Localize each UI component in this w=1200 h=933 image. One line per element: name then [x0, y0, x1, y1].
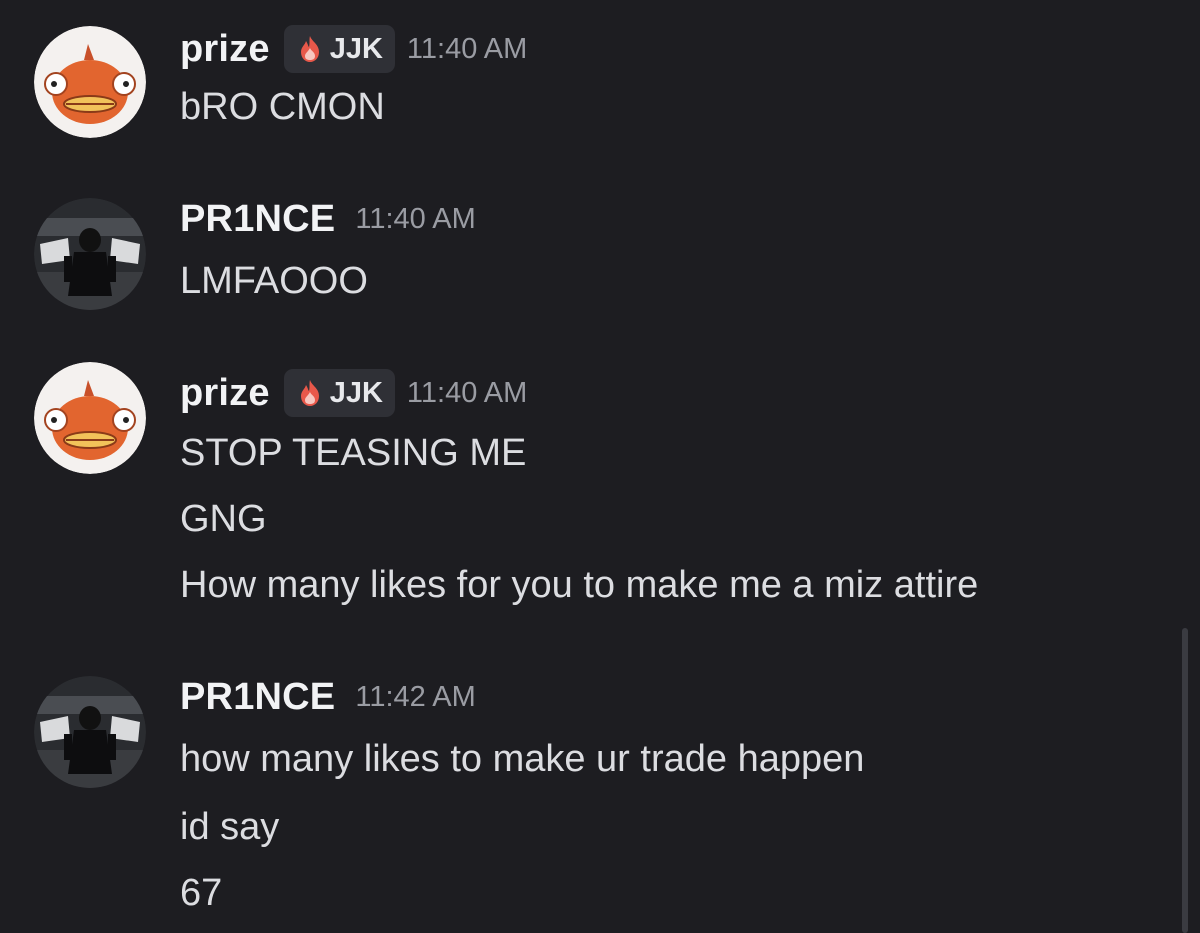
message-header: PR1NCE 11:42 AM: [180, 672, 476, 722]
fish-mascot-icon: [34, 362, 146, 474]
flame-icon: [294, 377, 326, 409]
timestamp: 11:40 AM: [406, 32, 528, 65]
message-header: PR1NCE 11:40 AM: [180, 194, 476, 244]
message-text: How many likes for you to make me a miz …: [180, 564, 979, 606]
scrollbar[interactable]: [1182, 628, 1188, 933]
server-tag[interactable]: JJK: [283, 25, 395, 73]
flame-icon: [294, 33, 326, 65]
chat-messages: prize JJK 11:40 AM bRO CMON PR1NCE 11:40…: [0, 0, 1200, 933]
dark-figure-avatar-icon: [34, 676, 146, 788]
message-text: LMFAOOO: [180, 260, 368, 302]
timestamp: 11:42 AM: [355, 680, 476, 713]
message-header: prize JJK 11:40 AM: [180, 368, 527, 418]
dark-figure-avatar-icon: [34, 198, 146, 310]
message-text: 67: [180, 872, 223, 914]
avatar-prize[interactable]: [34, 26, 146, 138]
timestamp: 11:40 AM: [406, 376, 528, 409]
avatar-prince[interactable]: [34, 198, 146, 310]
avatar-prince[interactable]: [34, 676, 146, 788]
username[interactable]: prize: [180, 28, 270, 71]
username[interactable]: PR1NCE: [180, 198, 335, 241]
message-text: how many likes to make ur trade happen: [180, 738, 865, 780]
timestamp: 11:40 AM: [355, 202, 476, 235]
message-text: STOP TEASING ME: [180, 432, 527, 474]
server-tag[interactable]: JJK: [283, 369, 395, 417]
message-header: prize JJK 11:40 AM: [180, 24, 527, 74]
username[interactable]: PR1NCE: [180, 676, 335, 719]
tag-label: JJK: [329, 376, 383, 409]
message-text: id say: [180, 806, 280, 848]
fish-mascot-icon: [34, 26, 146, 138]
message-text: bRO CMON: [180, 86, 385, 128]
avatar-prize[interactable]: [34, 362, 146, 474]
username[interactable]: prize: [180, 372, 270, 415]
message-text: GNG: [180, 498, 267, 540]
tag-label: JJK: [329, 32, 383, 65]
